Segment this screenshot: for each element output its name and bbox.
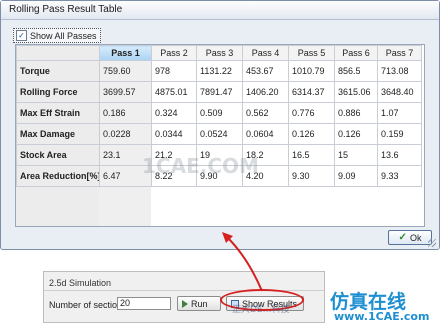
watermark-overlay: 正大DE…科技 bbox=[232, 305, 290, 315]
watermark-url: www.1CAE.com bbox=[334, 310, 430, 323]
callout-arrow bbox=[222, 232, 263, 292]
